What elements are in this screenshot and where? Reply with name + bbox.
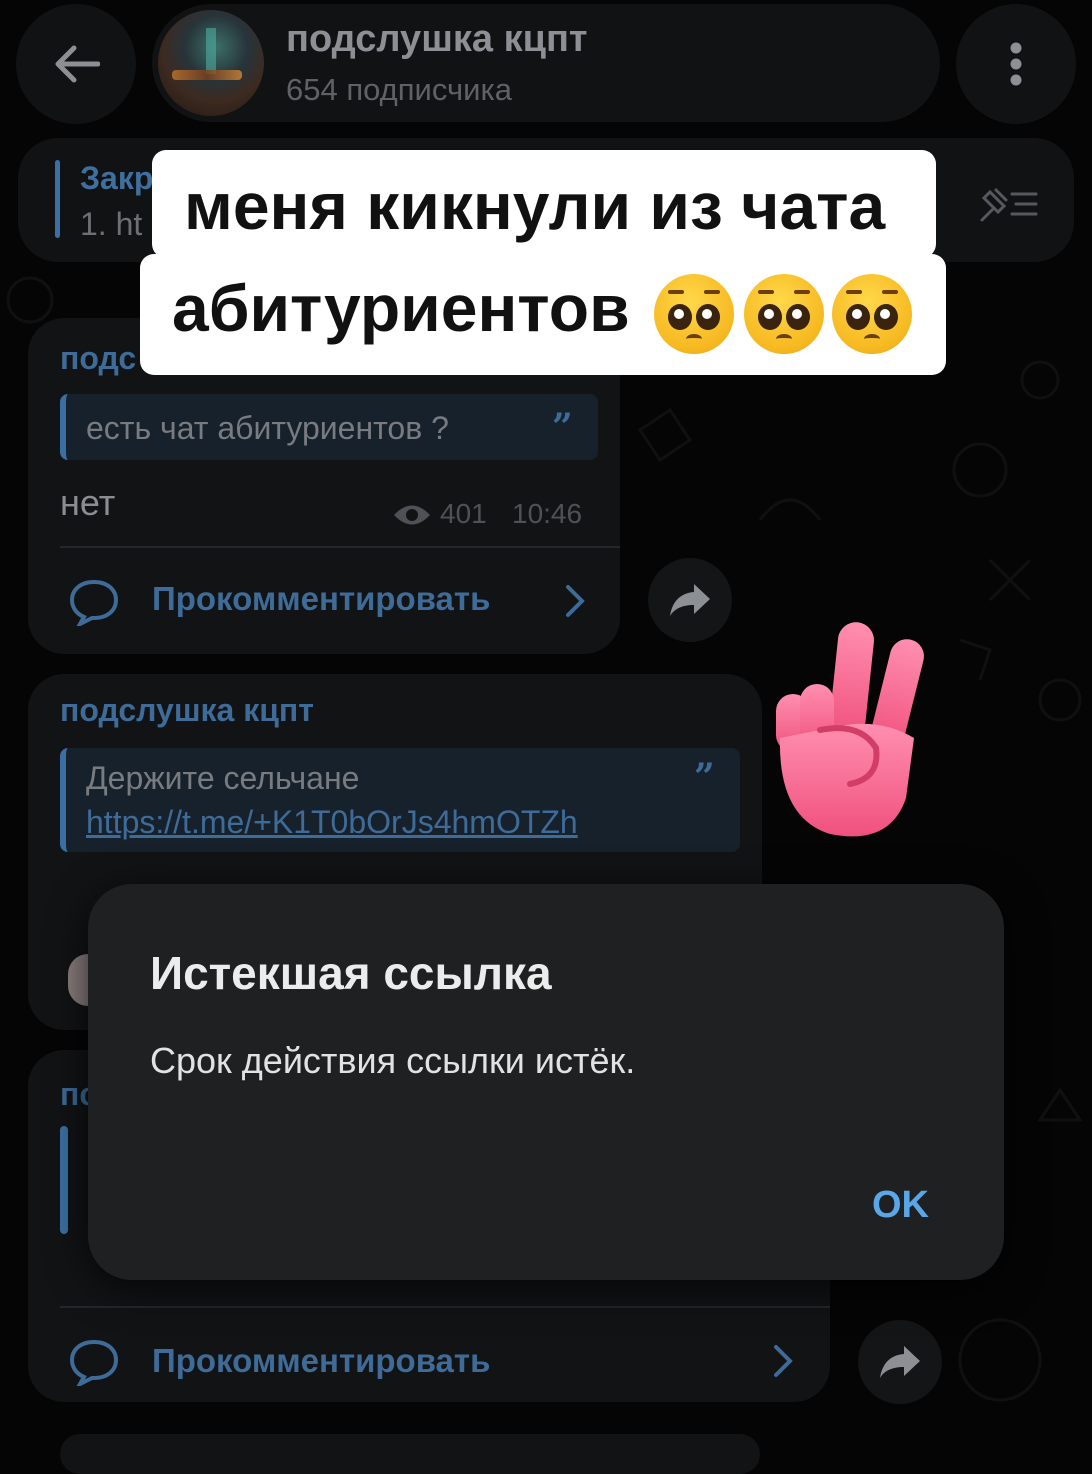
pinned-indicator: [55, 160, 60, 238]
message-time: 10:46: [512, 498, 583, 529]
comment-bubble-icon: [69, 579, 119, 626]
subscriber-count: 654 подписчика: [286, 72, 512, 107]
dialog-title: Истекшая ссылка: [150, 947, 552, 999]
pinned-list-icon[interactable]: [976, 182, 1040, 226]
divider: [60, 546, 620, 548]
expired-link-dialog: Истекшая ссылка Срок действия ссылки ист…: [88, 884, 1004, 1280]
pinned-text: 1. ht: [80, 206, 143, 242]
comment-button[interactable]: Прокомментировать: [152, 580, 490, 618]
back-button[interactable]: [16, 4, 136, 124]
message-text: нет: [60, 482, 116, 523]
ok-button[interactable]: OK: [872, 1184, 929, 1227]
pleading-face-emoji: [654, 274, 734, 354]
pleading-face-emoji: [744, 274, 824, 354]
chevron-right-icon: [566, 585, 585, 617]
more-menu-button[interactable]: [956, 4, 1076, 124]
message-sender: подслушка кцпт: [60, 692, 314, 728]
share-arrow-icon: [880, 1346, 920, 1378]
quote-link[interactable]: https://t.me/+K1T0bOrJs4hmOTZh: [86, 804, 578, 841]
pleading-face-emoji: [832, 274, 912, 354]
eye-icon: [394, 505, 430, 525]
comment-button[interactable]: Прокомментировать: [152, 1342, 490, 1380]
chevron-right-icon: [774, 1345, 793, 1377]
divider: [60, 1306, 830, 1308]
share-button[interactable]: [858, 1320, 942, 1404]
comment-bubble-icon: [69, 1339, 119, 1386]
quote-text: Держите сельчане: [86, 760, 360, 796]
channel-avatar[interactable]: [158, 10, 264, 116]
caption-text-line1: меня кикнули из чата: [184, 169, 886, 243]
reply-quote[interactable]: [60, 1126, 68, 1234]
quote-mark-icon: ”: [552, 406, 573, 448]
quote-text: есть чат абитуриентов ?: [86, 410, 449, 446]
back-arrow-icon: [55, 45, 100, 83]
caption-overlay: меня кикнули из чата абитуриентов: [140, 150, 946, 375]
more-vert-icon: [1010, 42, 1022, 86]
quote-mark-icon: ”: [694, 756, 715, 798]
channel-title: подслушка кцпт: [286, 18, 588, 60]
dialog-message: Срок действия ссылки истёк.: [150, 1040, 636, 1081]
share-button[interactable]: [648, 558, 732, 642]
victory-hand-emoji: [776, 622, 924, 837]
message-sender: подс: [60, 340, 137, 376]
caption-text-line2: абитуриентов: [172, 271, 630, 345]
message-bubble[interactable]: [60, 1434, 760, 1474]
share-arrow-icon: [670, 584, 710, 616]
view-count: 401: [440, 498, 487, 529]
